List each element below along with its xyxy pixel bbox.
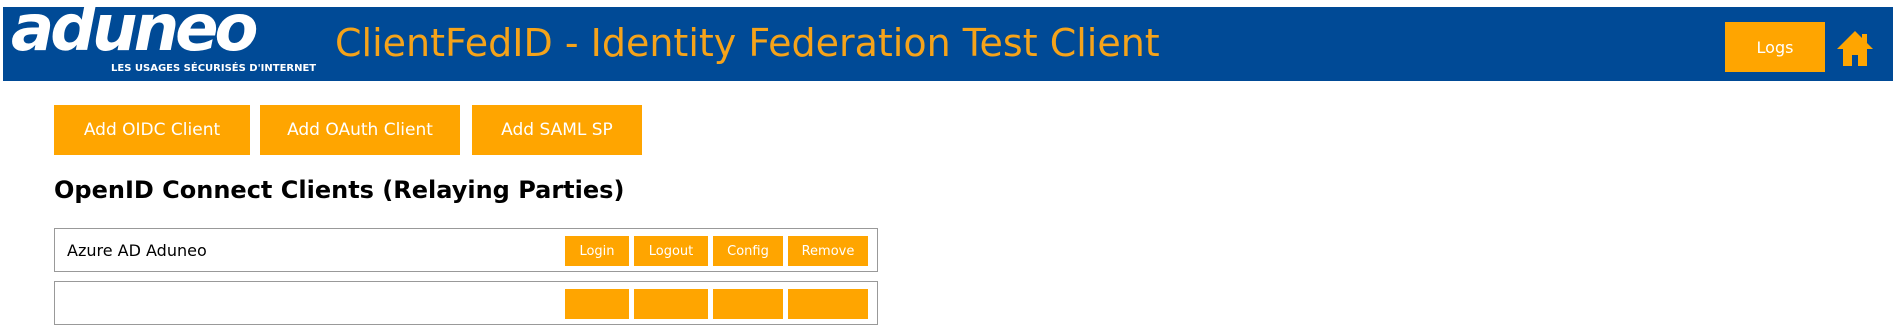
app-header: aduneo LES USAGES SÉCURISÉS D'INTERNET C…: [3, 0, 1893, 81]
client-row: [54, 281, 878, 325]
logout-button[interactable]: [634, 289, 708, 319]
home-icon[interactable]: [1835, 28, 1875, 68]
logout-button[interactable]: Logout: [634, 236, 708, 266]
add-oauth-client-button[interactable]: Add OAuth Client: [260, 105, 460, 155]
login-button[interactable]: Login: [565, 236, 629, 266]
client-row: Azure AD Aduneo Login Logout Config Remo…: [54, 228, 878, 272]
add-oidc-client-button[interactable]: Add OIDC Client: [54, 105, 250, 155]
aduneo-logo[interactable]: aduneo LES USAGES SÉCURISÉS D'INTERNET: [11, 0, 316, 77]
login-button[interactable]: [565, 289, 629, 319]
remove-button[interactable]: Remove: [788, 236, 868, 266]
page-title: ClientFedID - Identity Federation Test C…: [335, 21, 1160, 65]
add-saml-sp-button[interactable]: Add SAML SP: [472, 105, 642, 155]
client-name: Azure AD Aduneo: [67, 241, 207, 260]
logs-button[interactable]: Logs: [1725, 22, 1825, 72]
config-button[interactable]: [713, 289, 783, 319]
oidc-section-title: OpenID Connect Clients (Relaying Parties…: [54, 176, 625, 204]
remove-button[interactable]: [788, 289, 868, 319]
config-button[interactable]: Config: [713, 236, 783, 266]
logo-wordmark: aduneo: [11, 0, 258, 66]
logo-tagline: LES USAGES SÉCURISÉS D'INTERNET: [111, 63, 317, 74]
